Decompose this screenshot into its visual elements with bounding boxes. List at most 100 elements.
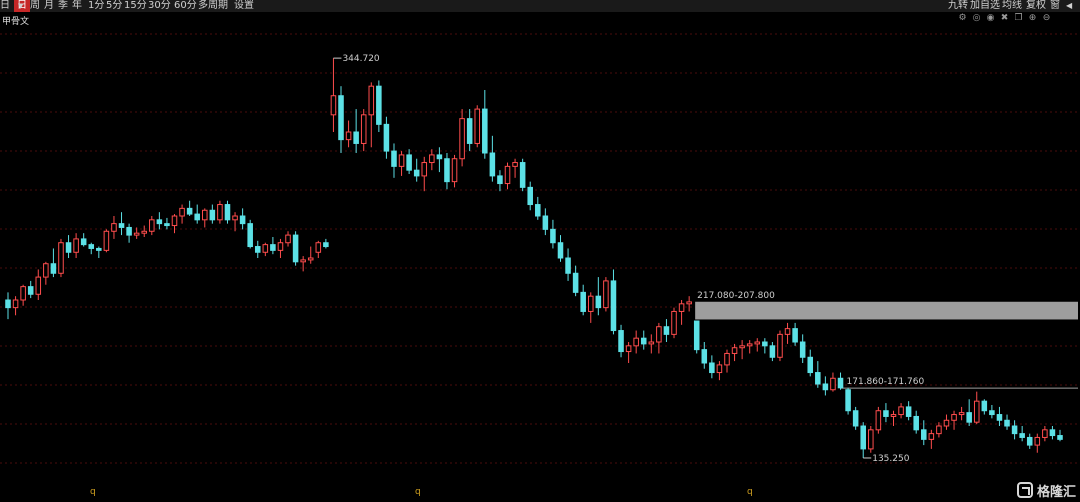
candle-body (179, 207, 185, 217)
candle-body (535, 204, 541, 217)
period-tab-8[interactable]: 15分 (124, 0, 147, 12)
candle-body (292, 234, 299, 263)
candle-body (633, 337, 639, 347)
candle-body (171, 215, 178, 227)
candle-body (451, 158, 458, 183)
candle-body (905, 406, 912, 417)
candle-body (648, 341, 655, 345)
candle-body (565, 257, 571, 274)
candle-body (845, 389, 851, 412)
period-tab-7[interactable]: 5分 (106, 0, 122, 12)
candle-body (300, 259, 306, 263)
zoom-in-icon[interactable]: ⊕ (1028, 14, 1037, 23)
candle-body (164, 223, 170, 227)
candle-body (413, 169, 420, 177)
settings-icon[interactable]: ⚙ (958, 14, 967, 23)
candle-body (610, 280, 617, 332)
candle-body (353, 131, 359, 144)
candle-body (769, 345, 776, 358)
candle-body (1004, 419, 1010, 427)
candle-body (973, 400, 980, 423)
candle-body (65, 242, 72, 253)
candle-body (966, 412, 972, 423)
candle-body (383, 123, 390, 152)
toolbar-action-0[interactable]: 九转 (948, 0, 968, 12)
candle-body (429, 154, 435, 164)
gap-range-label-2: 171.860-171.760 (847, 377, 925, 387)
candle-body (640, 337, 647, 345)
toolbar-action-4[interactable]: 窗 (1050, 0, 1060, 12)
candle-body (958, 412, 965, 416)
candle-body (1034, 436, 1041, 446)
zoom-out-icon[interactable]: ⊖ (1042, 14, 1051, 23)
high-price-label: 344.720 (342, 54, 379, 64)
candle-body (656, 326, 662, 343)
period-tab-3[interactable]: 月 (44, 0, 54, 12)
candle-body (595, 295, 602, 309)
price-gap-box (695, 301, 1078, 320)
watermark: 格隆汇 (1016, 480, 1076, 500)
delete-icon[interactable]: ✖ (1000, 14, 1009, 23)
candle-body (80, 238, 87, 246)
candle-body (572, 272, 579, 293)
period-tab-9[interactable]: 30分 (148, 0, 171, 12)
candle-body (209, 209, 216, 221)
candle-body (860, 425, 866, 450)
candle-body (489, 152, 496, 177)
gap-range-label: 217.080-207.800 (697, 291, 775, 301)
candle-body (406, 154, 412, 171)
candle-body (625, 345, 632, 353)
candle-body (898, 406, 904, 416)
toolbar-action-3[interactable]: 复权 (1026, 0, 1046, 12)
candle-body (875, 410, 882, 431)
period-tab-0[interactable]: 日 (0, 0, 10, 12)
candle-body (1049, 429, 1056, 437)
candle-body (868, 429, 874, 450)
candle-body (35, 276, 42, 295)
candle-body (550, 228, 556, 244)
candle-body (542, 215, 549, 230)
eye-icon[interactable]: ◉ (986, 14, 995, 23)
candle-body (497, 175, 503, 185)
candle-body (217, 204, 223, 221)
candle-body (88, 244, 95, 249)
candle-body (754, 341, 761, 345)
candle-body (307, 257, 314, 261)
candle-body (126, 226, 132, 236)
crosshair-icon[interactable]: ◎ (972, 14, 981, 23)
collapse-arrow-icon[interactable]: ◀ (1066, 0, 1072, 12)
candle-body (224, 204, 231, 221)
toolbar-action-1[interactable]: 加自选 (970, 0, 1000, 12)
candle-body (270, 244, 276, 251)
copy-icon[interactable]: ❐ (1014, 14, 1023, 23)
candle-body (830, 377, 836, 391)
period-tab-4[interactable]: 季 (58, 0, 68, 12)
candle-body (247, 223, 253, 248)
x-axis-marker: q (415, 487, 421, 497)
candle-body (989, 410, 995, 416)
dropdown-caret-icon[interactable]: ▼ (18, 0, 23, 12)
candle-body (852, 410, 859, 427)
candle-body (345, 131, 352, 141)
candle-body (951, 414, 957, 421)
period-tab-5[interactable]: 年 (72, 0, 82, 12)
candle-body (186, 207, 193, 215)
candle-body (58, 242, 64, 274)
period-tab-2[interactable]: 周 (30, 0, 40, 12)
candlestick-chart[interactable]: 344.720 135.250 217.080-207.800 171.860-171… (0, 28, 1080, 502)
candle-body (686, 301, 692, 305)
candle-body (890, 414, 897, 417)
candle-body (724, 352, 730, 366)
candle-body (731, 347, 738, 354)
candle-body (368, 85, 375, 116)
period-tab-12[interactable]: 设置 (234, 0, 254, 12)
period-tab-11[interactable]: 多周期 (198, 0, 228, 12)
candle-body (459, 118, 465, 160)
period-tab-10[interactable]: 60分 (174, 0, 197, 12)
candle-body (27, 286, 34, 295)
candle-body (376, 85, 382, 125)
candle-body (1057, 435, 1063, 440)
period-tab-6[interactable]: 1分 (88, 0, 104, 12)
candle-body (149, 219, 155, 232)
toolbar-action-2[interactable]: 均线 (1002, 0, 1022, 12)
